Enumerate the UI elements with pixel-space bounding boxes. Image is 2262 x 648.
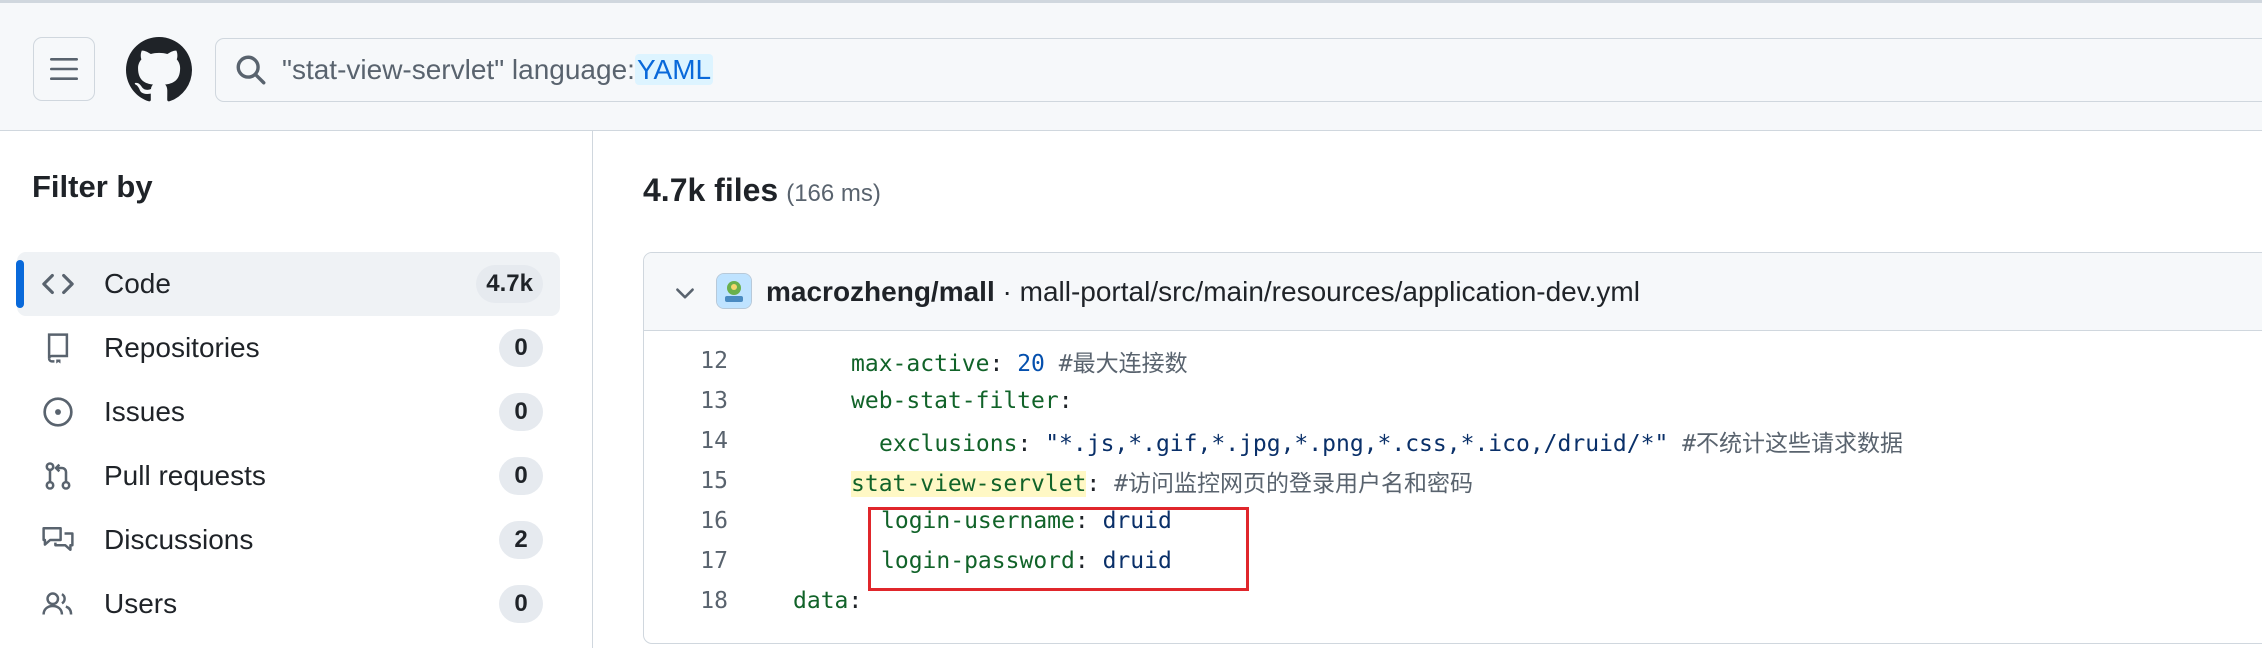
- results-count: 4.7k files: [643, 172, 779, 208]
- chevron-down-icon[interactable]: [672, 281, 698, 307]
- code-result-card: macrozheng/mall · mall-portal/src/main/r…: [643, 252, 2262, 644]
- filter-item-label: Users: [104, 588, 178, 619]
- line-number: 15: [700, 468, 728, 494]
- filter-title: Filter by: [32, 169, 153, 204]
- results-header: 4.7k files (166 ms): [643, 172, 881, 209]
- filter-item-issues[interactable]: Issues 0: [17, 380, 560, 444]
- issue-icon: [39, 393, 77, 431]
- filter-item-label: Repositories: [104, 332, 260, 363]
- search-qualifier: YAML: [634, 54, 714, 85]
- filter-list: Code 4.7k Repositories 0 Issues 0 Pull r…: [16, 252, 560, 636]
- code-icon: [39, 265, 77, 303]
- filter-item-discussions[interactable]: Discussions 2: [17, 508, 560, 572]
- line-number: 18: [700, 588, 728, 614]
- filter-sidebar: Filter by Code 4.7k Repositories 0 Issue…: [0, 131, 593, 648]
- discussion-icon: [39, 521, 77, 559]
- code-line: 15 stat-view-servlet: #访问监控网页的登录用户名和密码: [644, 461, 2262, 501]
- file-path[interactable]: · mall-portal/src/main/resources/applica…: [995, 276, 1640, 307]
- filter-item-count: 2: [499, 521, 543, 559]
- line-number: 17: [700, 548, 728, 574]
- filter-item-label: Discussions: [104, 524, 254, 555]
- filter-item-count: 4.7k: [476, 265, 543, 303]
- line-number: 12: [700, 348, 728, 374]
- code-text: web-stat-filter:: [851, 388, 1073, 414]
- line-number: 13: [700, 388, 728, 414]
- filter-item-count: 0: [499, 329, 543, 367]
- annotation-highlight-box: [868, 507, 1249, 591]
- result-card-header: macrozheng/mall · mall-portal/src/main/r…: [644, 253, 2262, 331]
- code-line: 12 max-active: 20 #最大连接数: [644, 341, 2262, 381]
- filter-item-code[interactable]: Code 4.7k: [16, 252, 560, 316]
- filter-item-count: 0: [499, 457, 543, 495]
- filter-item-count: 0: [499, 393, 543, 431]
- repo-name[interactable]: macrozheng/mall: [766, 276, 995, 307]
- filter-item-pull-requests[interactable]: Pull requests 0: [17, 444, 560, 508]
- code-text: data:: [793, 588, 863, 614]
- search-input[interactable]: "stat-view-servlet" language:YAML: [215, 38, 2262, 102]
- filter-item-label: Issues: [104, 396, 185, 427]
- filter-item-users[interactable]: Users 0: [17, 572, 560, 636]
- repo-icon: [39, 329, 77, 367]
- filter-item-count: 0: [499, 585, 543, 623]
- search-match-highlight: stat-view-servlet: [851, 471, 1087, 497]
- repo-avatar: [716, 273, 752, 309]
- pull-request-icon: [39, 457, 77, 495]
- search-query-text: "stat-view-servlet" language:YAML: [282, 54, 714, 85]
- result-card-title[interactable]: macrozheng/mall · mall-portal/src/main/r…: [766, 276, 1640, 308]
- line-number: 14: [700, 428, 728, 454]
- code-line: 13 web-stat-filter:: [644, 381, 2262, 421]
- active-indicator: [16, 260, 24, 308]
- filter-item-label: Pull requests: [104, 460, 266, 491]
- hamburger-icon: [50, 58, 78, 80]
- people-icon: [39, 585, 77, 623]
- search-icon: [234, 53, 268, 87]
- line-number: 16: [700, 508, 728, 534]
- code-text: stat-view-servlet: #访问监控网页的登录用户名和密码: [851, 471, 1473, 497]
- code-text: exclusions: "*.js,*.gif,*.jpg,*.png,*.cs…: [879, 431, 1904, 457]
- filter-item-repositories[interactable]: Repositories 0: [17, 316, 560, 380]
- results-time: (166 ms): [786, 180, 881, 207]
- code-line: 14 exclusions: "*.js,*.gif,*.jpg,*.png,*…: [644, 421, 2262, 461]
- top-header: "stat-view-servlet" language:YAML: [0, 0, 2262, 131]
- menu-button[interactable]: [33, 37, 95, 101]
- filter-item-label: Code: [104, 268, 171, 299]
- github-logo-icon[interactable]: [126, 37, 192, 103]
- code-text: max-active: 20 #最大连接数: [851, 351, 1188, 377]
